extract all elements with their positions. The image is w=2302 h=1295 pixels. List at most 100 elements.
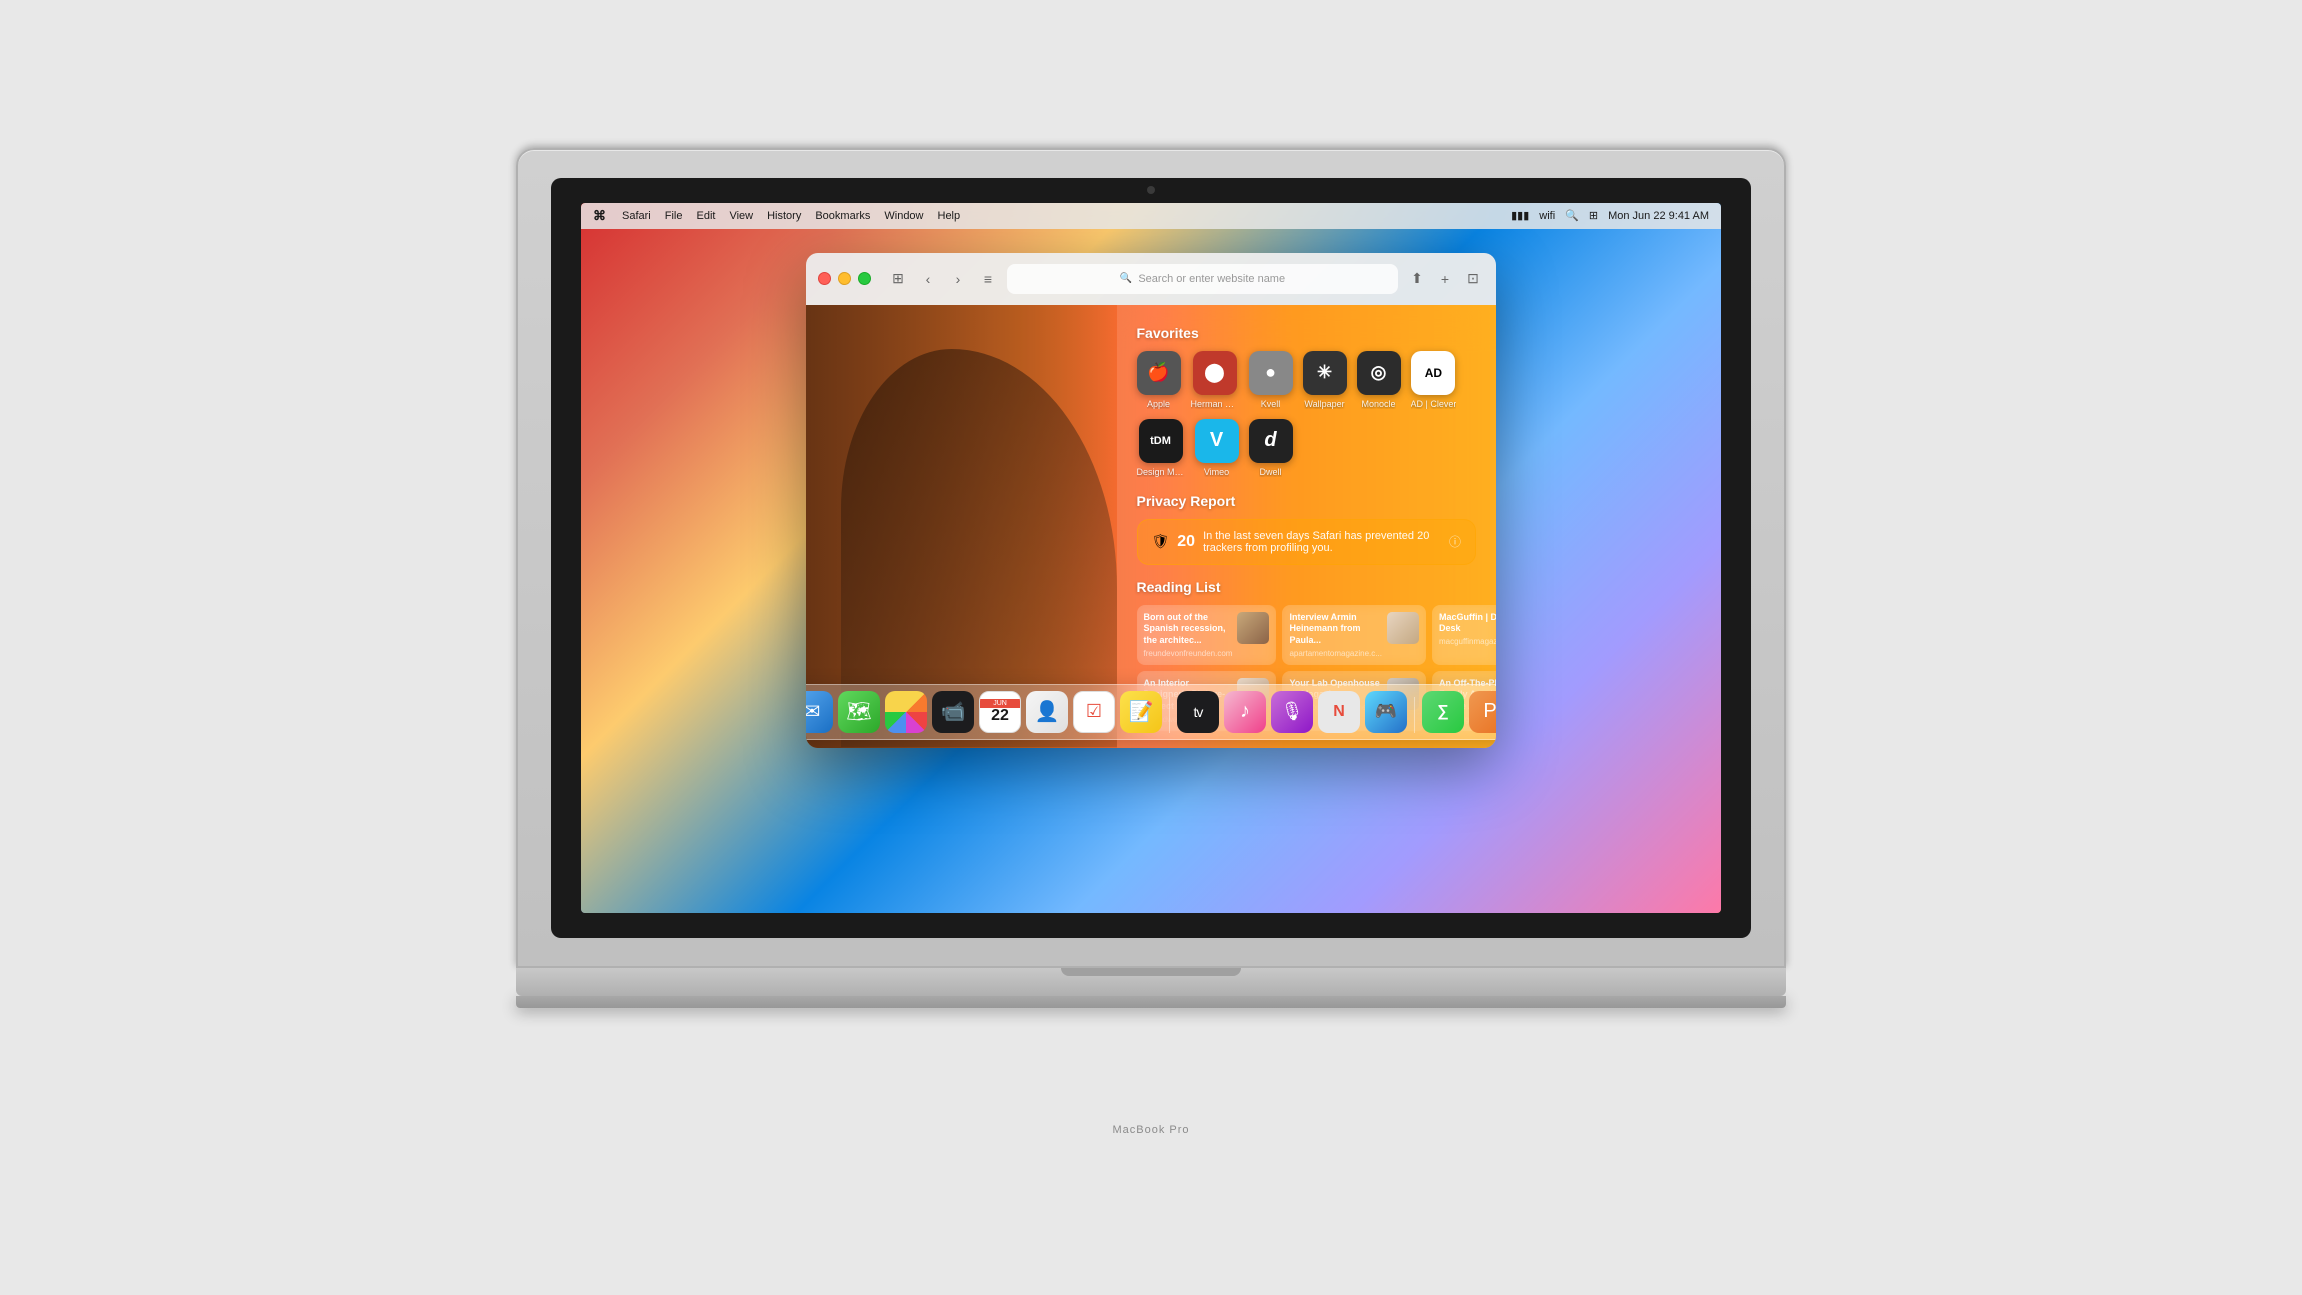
dock-notes[interactable]: 📝 <box>1120 691 1162 733</box>
kvell-icon: ● <box>1249 351 1293 395</box>
content-panel: Favorites 🍎 Apple ⬤ Herman Miller <box>1117 305 1497 748</box>
maximize-button[interactable] <box>858 272 871 285</box>
menubar-history[interactable]: History <box>767 210 801 222</box>
safari-window: ⊞ ‹ › ≡ 🔍 Search or enter website name ⬆… <box>806 253 1496 748</box>
dock-calendar[interactable]: JUN 22 <box>979 691 1021 733</box>
wifi-icon: wifi <box>1539 210 1555 222</box>
dock-music[interactable]: ♪ <box>1224 691 1266 733</box>
apple-menu[interactable]: ⌘ <box>593 208 606 224</box>
hm-icon: ⬤ <box>1193 351 1237 395</box>
wallpaper-label: Wallpaper <box>1304 399 1344 409</box>
safari-content: Favorites 🍎 Apple ⬤ Herman Miller <box>806 305 1496 748</box>
favorite-dm[interactable]: tDM Design Museum <box>1137 419 1185 477</box>
favorite-apple[interactable]: 🍎 Apple <box>1137 351 1181 409</box>
dm-label: Design Museum <box>1137 467 1185 477</box>
favorite-hm[interactable]: ⬤ Herman Miller <box>1191 351 1239 409</box>
macbook-base <box>516 968 1786 996</box>
reading-item-2[interactable]: Interview Armin Heinemann from Paula... … <box>1282 605 1426 665</box>
dock-photos[interactable] <box>885 691 927 733</box>
dock: 💬 ✉ 🗺 📹 JUN 22 👤 <box>806 684 1496 740</box>
menubar-edit[interactable]: Edit <box>696 210 715 222</box>
reading-title-1: Born out of the Spanish recession, the a… <box>1144 612 1233 647</box>
dock-reminders[interactable]: ☑ <box>1073 691 1115 733</box>
safari-toolbar: ⊞ ‹ › ≡ 🔍 Search or enter website name ⬆… <box>806 253 1496 305</box>
sidebar-button[interactable]: ⊞ <box>887 268 909 290</box>
apple-icon: 🍎 <box>1137 351 1181 395</box>
dock-arcade[interactable]: 🎮 <box>1365 691 1407 733</box>
vimeo-icon: V <box>1195 419 1239 463</box>
vimeo-label: Vimeo <box>1204 467 1229 477</box>
info-icon[interactable]: ⓘ <box>1449 533 1461 550</box>
screen-bezel: ⌘ Safari File Edit View History Bookmark… <box>551 178 1751 938</box>
menubar-datetime: Mon Jun 22 9:41 AM <box>1608 210 1709 222</box>
privacy-report-title: Privacy Report <box>1137 493 1477 509</box>
macbook-hinge-notch <box>1061 968 1241 976</box>
menubar-bookmarks[interactable]: Bookmarks <box>815 210 870 222</box>
dock-divider-1 <box>1169 697 1170 733</box>
favorite-wallpaper[interactable]: ✳ Wallpaper <box>1303 351 1347 409</box>
menubar-help[interactable]: Help <box>938 210 961 222</box>
new-tab-button[interactable]: + <box>1434 268 1456 290</box>
reading-text-3: MacGuffin | Desk on Desk macguffinmagazi… <box>1439 612 1496 646</box>
favorites-grid: 🍎 Apple ⬤ Herman Miller ● <box>1137 351 1477 477</box>
kvell-label: Kvell <box>1261 399 1281 409</box>
dock-mail[interactable]: ✉ <box>806 691 833 733</box>
dm-icon: tDM <box>1139 419 1183 463</box>
dock-pages[interactable]: P <box>1469 691 1496 733</box>
favorite-kvell[interactable]: ● Kvell <box>1249 351 1293 409</box>
macbook-container: ⌘ Safari File Edit View History Bookmark… <box>516 148 1786 1148</box>
reading-title-3: MacGuffin | Desk on Desk <box>1439 612 1496 635</box>
dock-divider-2 <box>1414 697 1415 733</box>
traffic-lights <box>818 272 871 285</box>
reading-text-2: Interview Armin Heinemann from Paula... … <box>1289 612 1382 658</box>
macbook-model-label: MacBook Pro <box>1112 1124 1189 1136</box>
search-icon[interactable]: 🔍 <box>1565 209 1579 222</box>
macbook-lid: ⌘ Safari File Edit View History Bookmark… <box>516 148 1786 968</box>
address-placeholder: Search or enter website name <box>1138 273 1285 285</box>
menubar-window[interactable]: Window <box>884 210 923 222</box>
favorite-dwell[interactable]: d Dwell <box>1249 419 1293 477</box>
reading-url-2: apartamentomagazine.c... <box>1289 649 1382 658</box>
hm-label: Herman Miller <box>1191 399 1239 409</box>
monocle-icon: ◎ <box>1357 351 1401 395</box>
dwell-icon: d <box>1249 419 1293 463</box>
share-button[interactable]: ⬆ <box>1406 268 1428 290</box>
forward-button[interactable]: › <box>947 268 969 290</box>
dock-contacts[interactable]: 👤 <box>1026 691 1068 733</box>
dock-numbers[interactable]: ∑ <box>1422 691 1464 733</box>
address-bar[interactable]: 🔍 Search or enter website name <box>1007 264 1398 294</box>
thumb-1 <box>1237 612 1269 644</box>
dock-appletv[interactable]: tv <box>1177 691 1219 733</box>
dwell-label: Dwell <box>1259 467 1281 477</box>
reading-list-title: Reading List <box>1137 579 1477 595</box>
tracker-count: 20 <box>1177 533 1195 551</box>
favorite-vimeo[interactable]: V Vimeo <box>1195 419 1239 477</box>
menubar-items: Safari File Edit View History Bookmarks … <box>622 210 960 222</box>
menubar-safari[interactable]: Safari <box>622 210 651 222</box>
reading-item-3[interactable]: MacGuffin | Desk on Desk macguffinmagazi… <box>1432 605 1496 665</box>
dock-maps[interactable]: 🗺 <box>838 691 880 733</box>
dock-facetime[interactable]: 📹 <box>932 691 974 733</box>
reading-title-2: Interview Armin Heinemann from Paula... <box>1289 612 1382 647</box>
minimize-button[interactable] <box>838 272 851 285</box>
privacy-description: In the last seven days Safari has preven… <box>1203 530 1441 554</box>
reading-item-1[interactable]: Born out of the Spanish recession, the a… <box>1137 605 1277 665</box>
dock-container: 💬 ✉ 🗺 📹 JUN 22 👤 <box>806 684 1496 740</box>
back-button[interactable]: ‹ <box>917 268 939 290</box>
thumb-2 <box>1387 612 1419 644</box>
reader-button[interactable]: ≡ <box>977 268 999 290</box>
show-tabs-button[interactable]: ⊡ <box>1462 268 1484 290</box>
reading-url-3: macguffinmagazine.com <box>1439 637 1496 646</box>
toolbar-actions: ⬆ + ⊡ <box>1406 268 1484 290</box>
privacy-banner[interactable]: 🛡 20 In the last seven days Safari has p… <box>1137 519 1477 565</box>
menubar-file[interactable]: File <box>665 210 683 222</box>
close-button[interactable] <box>818 272 831 285</box>
favorite-monocle[interactable]: ◎ Monocle <box>1357 351 1401 409</box>
menubar-view[interactable]: View <box>729 210 753 222</box>
dock-podcasts[interactable]: 🎙 <box>1271 691 1313 733</box>
macbook-feet <box>516 996 1786 1008</box>
wallpaper-icon: ✳ <box>1303 351 1347 395</box>
favorite-ad[interactable]: AD AD | Clever <box>1411 351 1457 409</box>
control-center-icon[interactable]: ⊞ <box>1589 209 1598 222</box>
dock-news[interactable]: N <box>1318 691 1360 733</box>
